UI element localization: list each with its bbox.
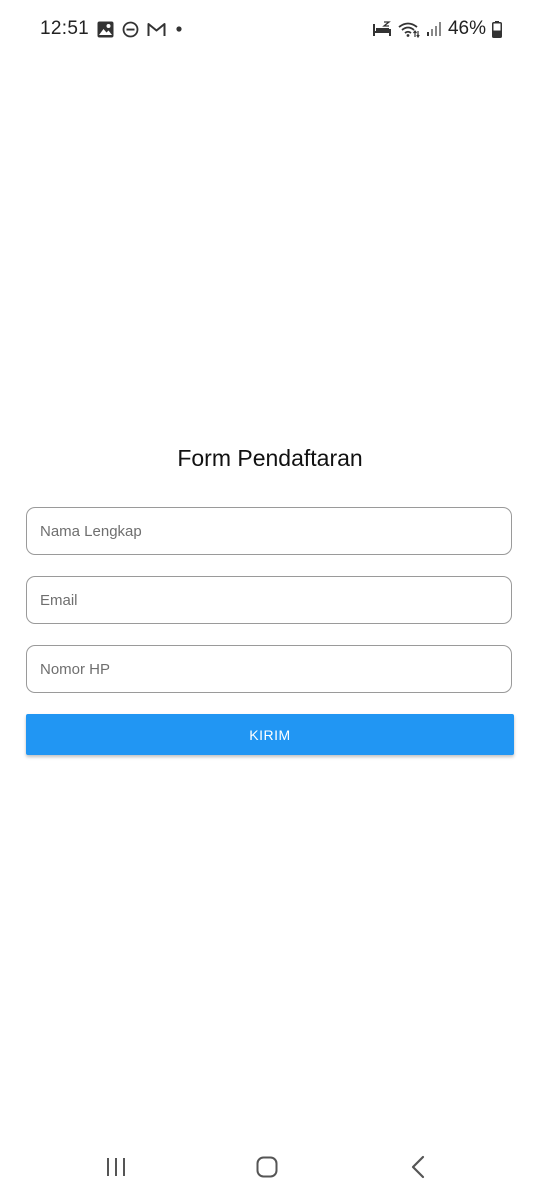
home-button[interactable] — [247, 1150, 287, 1184]
app-screen: 12:51 46% Form Pendaftaran Nama Lengkap … — [0, 0, 540, 1200]
nomor-hp-input[interactable] — [27, 646, 511, 692]
back-button[interactable] — [398, 1150, 438, 1184]
battery-percent: 46% — [447, 18, 486, 39]
home-icon — [256, 1156, 278, 1178]
form-title: Form Pendaftaran — [177, 445, 363, 471]
image-icon — [97, 21, 114, 38]
nomor-hp-field[interactable] — [26, 645, 512, 693]
status-bar: 12:51 46% — [0, 0, 540, 60]
status-left: 12:51 — [40, 18, 184, 40]
email-input[interactable] — [27, 577, 511, 623]
back-icon — [410, 1155, 426, 1179]
status-time: 12:51 — [40, 18, 90, 39]
kirim-button[interactable]: KIRIM — [26, 714, 514, 755]
recents-icon — [105, 1157, 127, 1177]
email-field[interactable] — [26, 576, 512, 624]
gmail-icon — [147, 22, 166, 37]
dot-icon — [174, 24, 184, 34]
battery-icon — [492, 20, 502, 38]
status-right: 46% — [372, 18, 502, 40]
navigation-bar — [0, 1136, 540, 1200]
nama-lengkap-field[interactable] — [26, 507, 512, 555]
signal-icon — [426, 21, 442, 37]
nama-lengkap-input[interactable] — [27, 508, 511, 554]
recents-button[interactable] — [96, 1150, 136, 1184]
sleep-mode-icon — [372, 21, 392, 37]
do-not-disturb-icon — [122, 21, 139, 38]
wifi-icon — [398, 21, 420, 38]
